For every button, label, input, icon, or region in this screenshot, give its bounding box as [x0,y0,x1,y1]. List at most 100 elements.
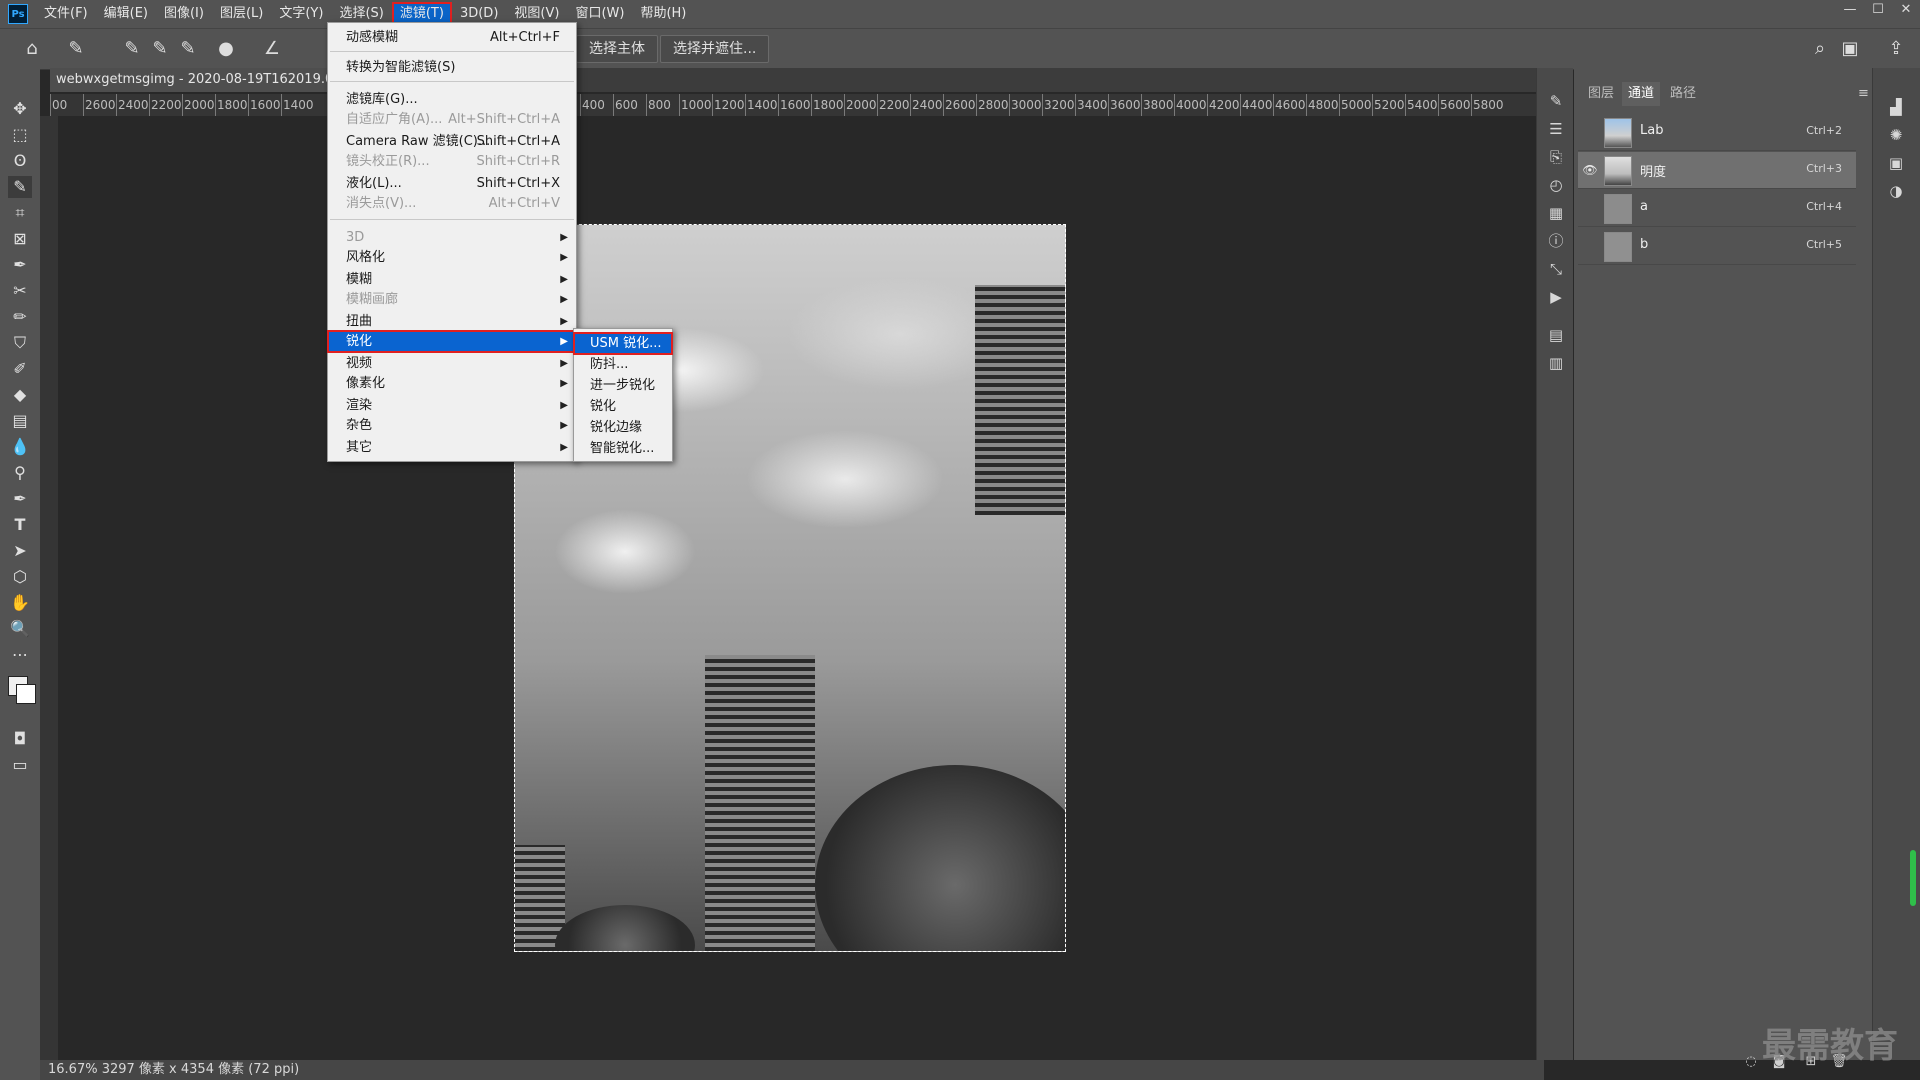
history-brush-icon[interactable]: ✐ [8,358,32,380]
menu-filter[interactable]: 滤镜(T) [391,2,452,26]
menu-file[interactable]: 文件(F) [38,4,94,24]
search-icon[interactable]: ⌕ [1808,37,1832,61]
quick-selection-preset-icon[interactable]: ✎ [64,37,88,61]
visibility-toggle[interactable] [1582,238,1598,254]
channel-row-lab[interactable]: Lab Ctrl+2 [1578,114,1856,151]
history-icon[interactable]: ◴ [1545,174,1567,196]
add-to-selection-icon[interactable]: ✎ [148,37,172,61]
filter-menu-item[interactable]: 转换为智能滤镜(S) [328,57,576,78]
type-tool-icon[interactable]: T [8,514,32,536]
stamp-tool-icon[interactable]: ⛉ [8,332,32,354]
healing-tool-icon[interactable]: ✂ [8,280,32,302]
brush-size-icon[interactable]: ● [214,37,238,61]
filter-menu-item[interactable]: 液化(L)... Shift+Ctrl+X [328,173,576,194]
filter-menu-item[interactable]: Camera Raw 滤镜(C)... Shift+Ctrl+A [328,131,576,152]
channel-row-lightness[interactable]: 👁 明度 Ctrl+3 [1578,152,1856,189]
sharpen-submenu-item[interactable]: 防抖... [574,354,672,375]
scroll-indicator[interactable] [1910,850,1916,906]
sharpen-submenu-item[interactable]: 锐化 [574,396,672,417]
menu-image[interactable]: 图像(I) [158,4,210,24]
brush-tool-icon[interactable]: ✏ [8,306,32,328]
tab-paths[interactable]: 路径 [1664,82,1702,106]
eraser-tool-icon[interactable]: ◆ [8,384,32,406]
close-button[interactable]: ✕ [1892,0,1920,20]
sharpen-submenu-item[interactable]: 进一步锐化 [574,375,672,396]
menu-help[interactable]: 帮助(H) [634,4,692,24]
minimize-button[interactable]: — [1836,0,1864,20]
eyedropper-tool-icon[interactable]: ✒ [8,254,32,276]
zoom-tool-icon[interactable]: 🔍 [8,618,32,640]
subtract-from-selection-icon[interactable]: ✎ [176,37,200,61]
sharpen-submenu-item[interactable]: 锐化边缘 [574,417,672,438]
share-icon[interactable]: ⇪ [1884,37,1908,61]
new-selection-icon[interactable]: ✎ [120,37,144,61]
screen-mode-icon[interactable]: ▭ [8,754,32,776]
libraries-icon[interactable]: ▣ [1885,152,1907,174]
color-icon[interactable]: ◑ [1885,180,1907,202]
select-subject-button[interactable]: 选择主体 [576,35,658,63]
background-color-swatch[interactable] [16,684,36,704]
channel-row-a[interactable]: a Ctrl+4 [1578,190,1856,227]
menu-edit[interactable]: 编辑(E) [98,4,154,24]
workspace-icon[interactable]: ▣ [1838,37,1862,61]
filter-menu-item[interactable]: 像素化 ▶ [328,373,576,394]
crop-tool-icon[interactable]: ⌗ [8,202,32,224]
maximize-button[interactable]: ☐ [1864,0,1892,20]
load-selection-icon[interactable]: ◌ [1742,1054,1760,1072]
menu-window[interactable]: 窗口(W) [569,4,630,24]
move-tool-icon[interactable]: ✥ [8,98,32,120]
blur-tool-icon[interactable]: 💧 [8,436,32,458]
sharpen-submenu-item[interactable]: USM 锐化... [573,332,673,355]
path-selection-icon[interactable]: ➤ [8,540,32,562]
quick-mask-icon[interactable]: ◘ [8,728,32,750]
navigator-icon[interactable]: ✺ [1885,124,1907,146]
filter-menu-item[interactable]: 锐化 ▶ [327,330,577,353]
channel-row-b[interactable]: b Ctrl+5 [1578,228,1856,265]
filter-menu-item[interactable]: 扭曲 ▶ [328,311,576,332]
more-tools-icon[interactable]: ⋯ [8,644,32,666]
shape-tool-icon[interactable]: ⬡ [8,566,32,588]
visibility-toggle[interactable] [1582,200,1598,216]
filter-menu-item[interactable]: 动感模糊 Alt+Ctrl+F [328,27,576,48]
notes-icon[interactable]: ▥ [1545,352,1567,374]
clone-source-icon[interactable]: ⎘ [1545,146,1567,168]
actions-play-icon[interactable]: ▶ [1545,286,1567,308]
select-and-mask-button[interactable]: 选择并遮住... [660,35,770,63]
filter-menu-item[interactable]: 杂色 ▶ [328,415,576,436]
menu-select[interactable]: 选择(S) [333,4,389,24]
pen-tool-icon[interactable]: ✒ [8,488,32,510]
marquee-tool-icon[interactable]: ⬚ [8,124,32,146]
visibility-toggle[interactable] [1582,124,1598,140]
brush-settings-icon[interactable]: ✎ [1545,90,1567,112]
menu-type[interactable]: 文字(Y) [273,4,329,24]
quick-selection-tool-icon[interactable]: ✎ [8,176,32,198]
eye-icon[interactable]: 👁 [1582,162,1598,178]
filter-menu-item[interactable]: 风格化 ▶ [328,247,576,268]
menu-3d[interactable]: 3D(D) [454,4,504,24]
document-tab[interactable]: webwxgetmsgimg - 2020-08-19T162019.066.j… [50,68,332,92]
tab-layers[interactable]: 图层 [1582,82,1620,106]
menu-layer[interactable]: 图层(L) [214,4,269,24]
frame-tool-icon[interactable]: ⊠ [8,228,32,250]
filter-menu-item[interactable]: 模糊 ▶ [328,269,576,290]
info-icon[interactable]: ⓘ [1545,230,1567,252]
filter-menu-item[interactable]: 渲染 ▶ [328,395,576,416]
hand-tool-icon[interactable]: ✋ [8,592,32,614]
ruler-tick-label: 4600 [1275,98,1306,112]
properties-icon[interactable]: ▦ [1545,202,1567,224]
dodge-tool-icon[interactable]: ⚲ [8,462,32,484]
histogram-icon[interactable]: ▟ [1885,96,1907,118]
home-icon[interactable]: ⌂ [20,37,44,61]
gradient-tool-icon[interactable]: ▤ [8,410,32,432]
filter-menu-item[interactable]: 视频 ▶ [328,353,576,374]
filter-menu-item[interactable]: 滤镜库(G)... [328,89,576,110]
paths-icon[interactable]: ⤡ [1545,258,1567,280]
filter-menu-item[interactable]: 其它 ▶ [328,437,576,458]
lasso-tool-icon[interactable]: ʘ [8,150,32,172]
tab-channels[interactable]: 通道 [1622,82,1661,106]
menu-view[interactable]: 视图(V) [508,4,565,24]
panel-menu-icon[interactable]: ≡ [1858,86,1869,101]
sharpen-submenu-item[interactable]: 智能锐化... [574,438,672,459]
layer-comps-icon[interactable]: ▤ [1545,324,1567,346]
adjustments-icon[interactable]: ☰ [1545,118,1567,140]
